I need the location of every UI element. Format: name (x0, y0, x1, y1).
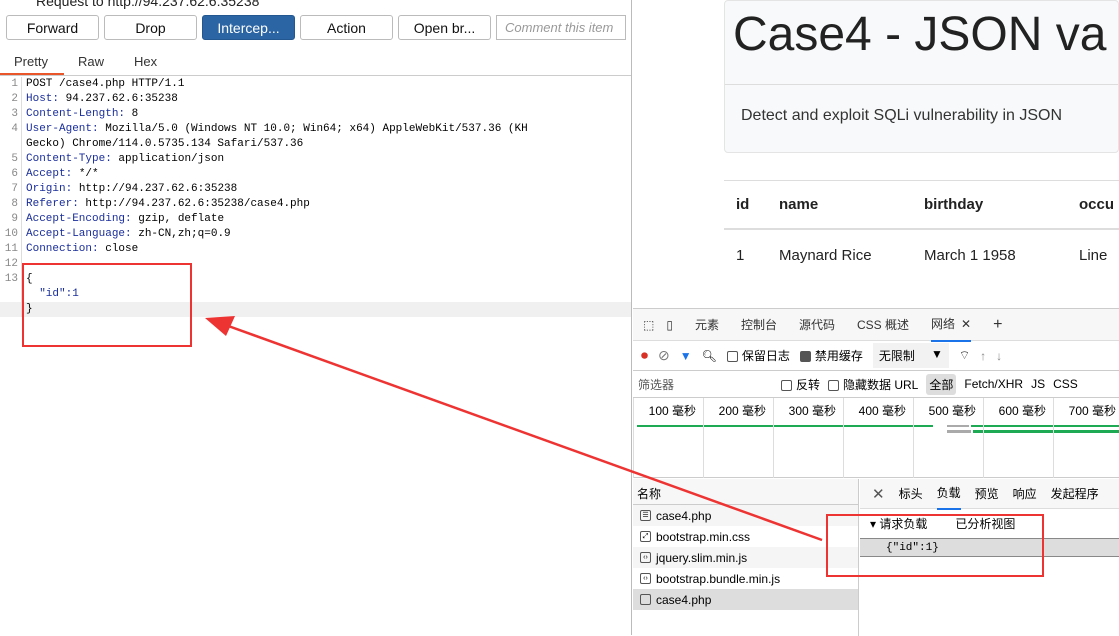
annotation-arrow (205, 316, 823, 542)
